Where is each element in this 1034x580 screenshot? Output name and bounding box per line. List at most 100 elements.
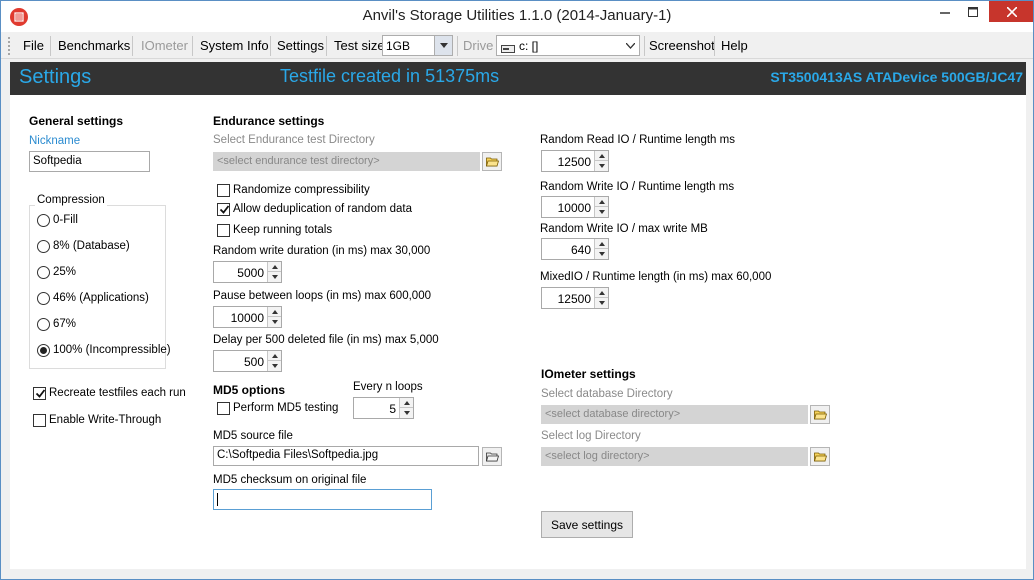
md5-source-label: MD5 source file — [213, 430, 293, 442]
nickname-input[interactable]: Softpedia — [29, 151, 150, 172]
write-through-label: Enable Write-Through — [49, 414, 162, 426]
menu-separator — [326, 36, 327, 56]
spin-down-button[interactable] — [595, 249, 608, 259]
md5-source-input[interactable]: C:\Softpedia Files\Softpedia.jpg — [213, 446, 479, 466]
endurance-browse-button[interactable] — [482, 152, 502, 171]
menu-bar: File Benchmarks IOmeter System Info Sett… — [1, 32, 1033, 59]
spin-up-button[interactable] — [595, 239, 608, 249]
pause-between-loops-value: 10000 — [230, 311, 264, 325]
title-bar: Anvil's Storage Utilities 1.1.0 (2014-Ja… — [1, 1, 1033, 32]
spin-down-button[interactable] — [268, 272, 281, 282]
compression-radio[interactable] — [37, 318, 50, 331]
arrow-down-icon — [271, 364, 278, 368]
app-window: Anvil's Storage Utilities 1.1.0 (2014-Ja… — [0, 0, 1034, 580]
randomize-compressibility-label: Randomize compressibility — [233, 184, 370, 196]
minimize-button[interactable] — [931, 1, 959, 23]
spin-up-button[interactable] — [400, 398, 413, 408]
nickname-label: Nickname — [29, 135, 81, 147]
perform-md5-checkbox[interactable] — [217, 402, 230, 415]
arrow-down-icon — [598, 164, 605, 168]
arrow-up-icon — [403, 400, 410, 405]
close-icon — [1006, 6, 1017, 17]
spin-down-button[interactable] — [595, 298, 608, 308]
text-caret — [217, 493, 218, 506]
recreate-testfiles-checkbox[interactable] — [33, 387, 46, 400]
compression-radio[interactable] — [37, 292, 50, 305]
maximize-button[interactable] — [959, 1, 987, 23]
drive-value: c: [] — [519, 39, 539, 53]
log-dir-field[interactable]: <select log directory> — [541, 447, 808, 466]
log-browse-button[interactable] — [810, 447, 830, 466]
random-write-max-label: Random Write IO / max write MB — [540, 223, 708, 235]
endurance-dir-field[interactable]: <select endurance test directory> — [213, 152, 480, 171]
menu-help[interactable]: Help — [721, 38, 748, 53]
spin-up-button[interactable] — [595, 288, 608, 298]
md5-checksum-input[interactable] — [213, 489, 432, 510]
endurance-settings-heading: Endurance settings — [213, 114, 325, 128]
every-n-loops-stepper[interactable]: 5 — [353, 397, 414, 419]
md5-source-browse-button[interactable] — [482, 447, 502, 466]
arrow-down-icon — [271, 320, 278, 324]
iometer-settings-heading: IOmeter settings — [541, 367, 636, 381]
compression-radio[interactable] — [37, 240, 50, 253]
database-dir-field[interactable]: <select database directory> — [541, 405, 808, 424]
arrow-down-icon — [598, 210, 605, 214]
write-through-checkbox[interactable] — [33, 414, 46, 427]
spinner — [267, 307, 281, 327]
random-write-duration-stepper[interactable]: 5000 — [213, 261, 282, 283]
spin-down-button[interactable] — [268, 361, 281, 371]
menu-file[interactable]: File — [23, 38, 44, 53]
compression-option-label: 100% (Incompressible) — [53, 344, 171, 356]
header-band: Settings Testfile created in 51375ms ST3… — [10, 62, 1026, 95]
spin-up-button[interactable] — [595, 197, 608, 207]
menu-benchmarks[interactable]: Benchmarks — [58, 38, 130, 53]
arrow-up-icon — [598, 290, 605, 295]
compression-option-label: 25% — [53, 266, 77, 278]
spinner — [594, 239, 608, 259]
mixed-io-stepper[interactable]: 12500 — [541, 287, 609, 309]
random-write-duration-value: 5000 — [237, 266, 264, 280]
drive-icon — [501, 42, 515, 56]
close-button[interactable] — [989, 1, 1033, 22]
spin-down-button[interactable] — [595, 161, 608, 171]
menu-settings[interactable]: Settings — [277, 38, 324, 53]
allow-dedup-checkbox[interactable] — [217, 203, 230, 216]
random-write-max-stepper[interactable]: 640 — [541, 238, 609, 260]
keep-running-totals-checkbox[interactable] — [217, 224, 230, 237]
md5-options-heading: MD5 options — [213, 383, 285, 397]
menu-separator — [192, 36, 193, 56]
save-settings-button[interactable]: Save settings — [541, 511, 633, 538]
compression-radio[interactable] — [37, 344, 50, 357]
spin-up-button[interactable] — [595, 151, 608, 161]
toolbar-grip[interactable] — [7, 36, 11, 56]
perform-md5-label: Perform MD5 testing — [233, 402, 339, 414]
delay-per-500-stepper[interactable]: 500 — [213, 350, 282, 372]
menu-screenshot[interactable]: Screenshot — [649, 38, 715, 53]
spin-down-button[interactable] — [268, 317, 281, 327]
spinner — [594, 151, 608, 171]
spin-up-button[interactable] — [268, 351, 281, 361]
test-size-select[interactable]: 1GB — [382, 35, 453, 56]
spinner — [594, 197, 608, 217]
arrow-down-icon — [403, 411, 410, 415]
database-browse-button[interactable] — [810, 405, 830, 424]
arrow-up-icon — [271, 353, 278, 358]
spin-down-button[interactable] — [400, 408, 413, 418]
mixed-io-value: 12500 — [557, 292, 591, 306]
random-read-io-stepper[interactable]: 12500 — [541, 150, 609, 172]
menu-system-info[interactable]: System Info — [200, 38, 269, 53]
random-write-io-stepper[interactable]: 10000 — [541, 196, 609, 218]
spinner — [267, 262, 281, 282]
delay-per-500-value: 500 — [243, 355, 264, 369]
drive-select[interactable]: c: [] — [496, 35, 640, 56]
compression-radio[interactable] — [37, 266, 50, 279]
menu-iometer[interactable]: IOmeter — [141, 38, 188, 53]
arrow-up-icon — [598, 153, 605, 158]
spin-up-button[interactable] — [268, 262, 281, 272]
spin-down-button[interactable] — [595, 207, 608, 217]
spin-up-button[interactable] — [268, 307, 281, 317]
compression-radio[interactable] — [37, 214, 50, 227]
recreate-testfiles-label: Recreate testfiles each run — [49, 387, 186, 399]
randomize-compressibility-checkbox[interactable] — [217, 184, 230, 197]
pause-between-loops-stepper[interactable]: 10000 — [213, 306, 282, 328]
